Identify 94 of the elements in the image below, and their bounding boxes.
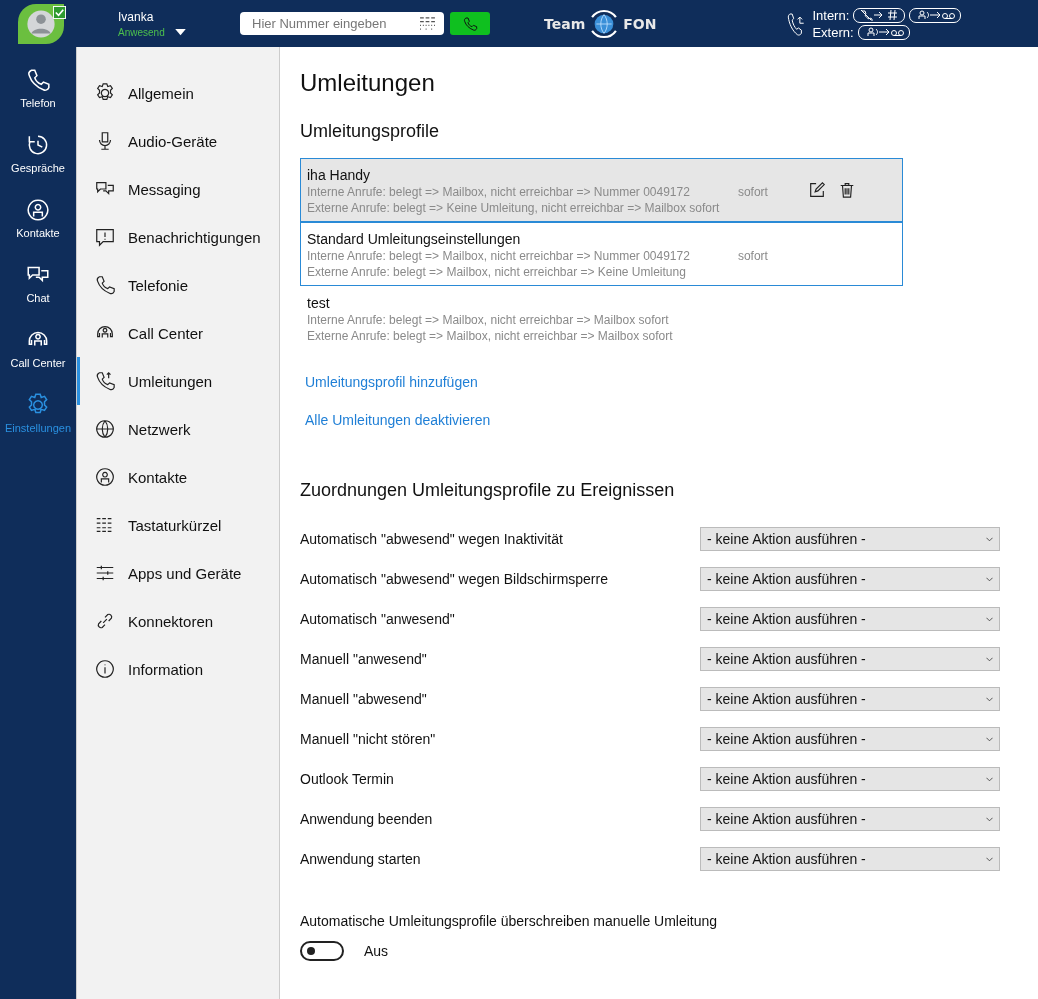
settings-menu-item[interactable]: Netzwerk	[77, 405, 279, 453]
event-label: Outlook Termin	[300, 771, 394, 787]
event-label: Automatisch "abwesend" wegen Bildschirmsperre	[300, 571, 608, 587]
dialpad-icon[interactable]	[419, 17, 436, 30]
alert-bubble-icon	[94, 226, 116, 248]
profile-detail: Externe Anrufe: belegt => Mailbox, nicht erreichbar => Keine Umleitung	[307, 265, 687, 279]
profile-name: iha Handy	[307, 167, 372, 183]
chevron-down-icon	[986, 856, 993, 862]
chevron-down-icon	[986, 656, 993, 662]
phone-icon	[94, 274, 116, 296]
globe-icon	[94, 418, 116, 440]
trash-icon[interactable]	[838, 181, 856, 199]
user-name: Ivanka	[118, 9, 155, 24]
toggle-state: Aus	[364, 943, 389, 959]
setting-label: Automatische Umleitungsprofile überschreiben manuelle Umleitung	[300, 913, 719, 929]
profile-timing: sofort	[737, 185, 768, 199]
settings-menu-item[interactable]: Messaging	[77, 165, 279, 213]
logo-text: Team	[544, 15, 586, 32]
action-link[interactable]: Alle Umleitungen deaktivieren	[305, 412, 491, 428]
caret-icon[interactable]	[174, 28, 186, 36]
event-label: Manuell "anwesend"	[300, 651, 427, 667]
action-dropdown[interactable]: - keine Aktion ausführen -	[700, 647, 1000, 671]
chevron-down-icon	[986, 776, 993, 782]
settings-menu-item[interactable]: Call Center	[77, 309, 279, 357]
settings-menu-item[interactable]: Umleitungen	[77, 357, 279, 405]
settings-menu-item[interactable]: Kontakte	[77, 453, 279, 501]
settings-menu-item[interactable]: Audio-Geräte	[77, 117, 279, 165]
profile-timing: sofort	[737, 249, 768, 263]
chevron-down-icon	[986, 616, 993, 622]
profile-detail: Interne Anrufe: belegt => Mailbox, nicht erreichbar => Nummer 0049172	[307, 249, 690, 263]
event-label: Anwendung starten	[300, 851, 421, 867]
sidebar-item[interactable]: Chat	[0, 250, 76, 315]
sidebar-item[interactable]: Gespräche	[0, 120, 76, 185]
sidebar-item[interactable]: Telefon	[0, 55, 76, 120]
profile-detail: Interne Anrufe: belegt => Mailbox, nicht erreichbar => Mailbox sofort	[307, 313, 669, 327]
check-badge-icon	[53, 5, 66, 19]
section-heading: Zuordnungen Umleitungsprofile zu Ereignissen	[300, 480, 676, 501]
settings-menu-item[interactable]: Information	[77, 645, 279, 693]
logo-text: FON	[623, 15, 657, 32]
profile-detail: Externe Anrufe: belegt => Keine Umleitung, nicht erreichbar => Mailbox sofort	[307, 201, 721, 215]
info-icon	[94, 658, 116, 680]
call-button[interactable]	[450, 12, 490, 35]
avatar-button[interactable]	[18, 3, 64, 44]
toggle-switch[interactable]	[300, 941, 344, 961]
action-dropdown[interactable]: - keine Aktion ausführen -	[700, 807, 1000, 831]
forwarding-rule-button[interactable]	[853, 7, 906, 23]
forwarding-label: Extern:	[812, 24, 854, 40]
section-heading: Umleitungsprofile	[300, 121, 441, 142]
action-dropdown[interactable]: - keine Aktion ausführen -	[700, 567, 1000, 591]
edit-icon[interactable]	[808, 181, 826, 199]
sidebar-item[interactable]: Kontakte	[0, 185, 76, 250]
phone-icon	[25, 66, 51, 93]
chevron-down-icon	[986, 536, 993, 542]
presence-status: Anwesend	[118, 26, 165, 38]
forwarding-rule-button[interactable]	[909, 7, 962, 23]
profile-name: test	[307, 295, 331, 311]
settings-menu-item[interactable]: Apps und Geräte	[77, 549, 279, 597]
profile-name: Standard Umleitungseinstellungen	[307, 231, 522, 247]
phone-icon	[462, 15, 478, 32]
action-dropdown[interactable]: - keine Aktion ausführen -	[700, 527, 1000, 551]
user-silhouette-icon	[25, 7, 57, 40]
chevron-down-icon	[986, 576, 993, 582]
profile-detail: Externe Anrufe: belegt => Mailbox, nicht erreichbar => Mailbox sofort	[307, 329, 674, 343]
action-dropdown[interactable]: - keine Aktion ausführen -	[700, 767, 1000, 791]
phone-forward-icon	[94, 370, 116, 392]
page-title: Umleitungen	[300, 69, 436, 97]
event-label: Automatisch "anwesend"	[300, 611, 455, 627]
number-field[interactable]: Hier Nummer eingeben	[240, 12, 444, 35]
event-label: Automatisch "abwesend" wegen Inaktivität	[300, 531, 563, 547]
event-label: Manuell "nicht stören"	[300, 731, 436, 747]
event-label: Manuell "abwesend"	[300, 691, 427, 707]
settings-menu-item[interactable]: Telefonie	[77, 261, 279, 309]
contact-icon	[94, 466, 116, 488]
action-dropdown[interactable]: - keine Aktion ausführen -	[700, 847, 1000, 871]
chevron-down-icon	[986, 736, 993, 742]
profile-item[interactable]: test Interne Anrufe: belegt => Mailbox, nicht erreichbar => Mailbox sofort Externe Anrufe: belegt => Mailbox, nicht erreichbar => Mailbox sofort	[300, 286, 903, 350]
action-dropdown[interactable]: - keine Aktion ausführen -	[700, 687, 1000, 711]
chevron-down-icon	[986, 696, 993, 702]
action-dropdown[interactable]: - keine Aktion ausführen -	[700, 607, 1000, 631]
settings-menu-item[interactable]: Allgemein	[77, 69, 279, 117]
sidebar-item[interactable]: Call Center	[0, 315, 76, 380]
event-label: Anwendung beenden	[300, 811, 433, 827]
forwarding-label: Intern:	[812, 7, 850, 23]
sidebar-item[interactable]: Einstellungen	[0, 380, 76, 445]
action-dropdown[interactable]: - keine Aktion ausführen -	[700, 727, 1000, 751]
profile-item[interactable]: iha Handy Interne Anrufe: belegt => Mailbox, nicht erreichbar => Nummer 0049172 sofort Externe Anrufe: belegt => Keine Umleitung, nicht erreichbar => Mailbox sofort	[300, 158, 903, 222]
profile-item[interactable]: Standard Umleitungseinstellungen Interne Anrufe: belegt => Mailbox, nicht erreichbar => Nummer 0049172 sofort Externe Anrufe: belegt => Mailbox, nicht erreichbar => Keine Umleitung	[300, 222, 903, 286]
settings-menu-item[interactable]: Benachrichtigungen	[77, 213, 279, 261]
settings-menu-item[interactable]: Konnektoren	[77, 597, 279, 645]
chevron-down-icon	[986, 816, 993, 822]
action-link[interactable]: Umleitungsprofil hinzufügen	[305, 374, 478, 390]
forwarding-rule-button[interactable]	[857, 24, 910, 40]
profile-detail: Interne Anrufe: belegt => Mailbox, nicht erreichbar => Nummer 0049172	[307, 185, 690, 199]
settings-menu-item[interactable]: Tastaturkürzel	[77, 501, 279, 549]
